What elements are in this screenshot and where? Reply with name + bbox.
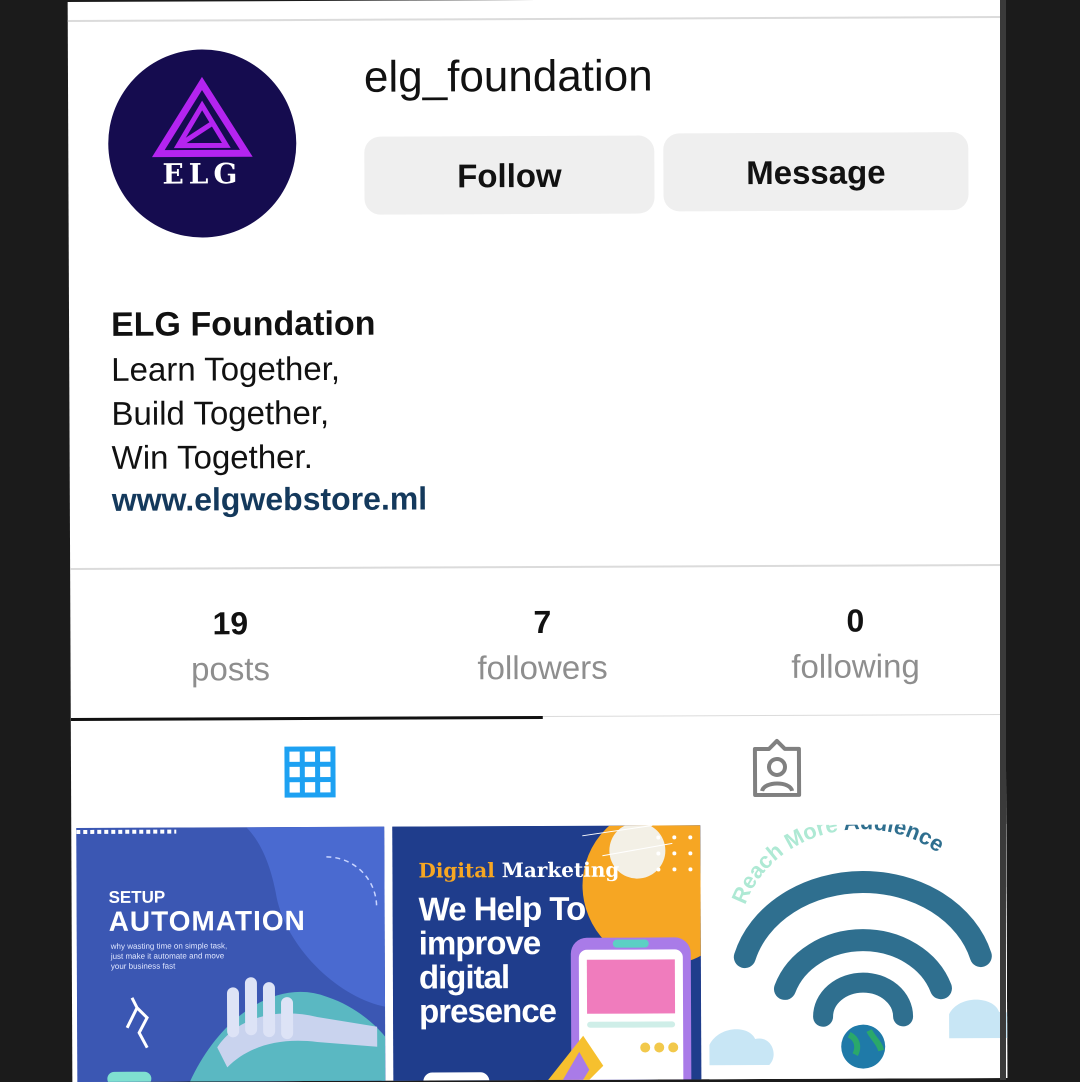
avatar-logo-text: ELG: [108, 157, 296, 191]
profile-bio: ELG Foundation Learn Together, Build Tog…: [111, 299, 812, 520]
post-thumbnail[interactable]: SETUP AUTOMATION why wasting time on sim…: [76, 827, 385, 1082]
followers-label: followers: [412, 643, 672, 692]
stat-followers[interactable]: 7 followers: [412, 599, 672, 692]
posts-count: 19: [100, 601, 360, 646]
header-divider: [68, 16, 1003, 22]
post-body-text: why wasting time on simple task, just ma…: [111, 941, 241, 972]
following-count: 0: [725, 598, 985, 643]
tagged-user-icon: [717, 729, 837, 814]
posts-label: posts: [100, 645, 360, 694]
post-title: We Help To improve digital presence: [419, 892, 620, 1029]
post-thumbnail[interactable]: Reach More Audience: [708, 824, 1007, 1082]
followers-count: 7: [412, 599, 672, 644]
profile-panel: ELG elg_foundation Follow Message ELG Fo…: [68, 0, 1008, 1082]
posts-grid: SETUP AUTOMATION why wasting time on sim…: [71, 824, 1007, 1082]
window-edge: [1000, 0, 1006, 1080]
stats-divider: [70, 564, 1005, 570]
tab-posts-grid[interactable]: [247, 731, 367, 816]
reach-audience-artwork: Reach More Audience: [708, 824, 1007, 1082]
tab-tagged[interactable]: [717, 729, 837, 814]
post-thumbnail[interactable]: Digital Marketing We Help To improve dig…: [392, 825, 701, 1082]
bio-line: Build Together,: [111, 389, 811, 436]
post-heading-main: Marketing: [502, 858, 620, 883]
stat-posts[interactable]: 19 posts: [100, 601, 360, 694]
post-heading: Digital Marketing: [418, 858, 619, 883]
bio-website-link[interactable]: www.elgwebstore.ml: [112, 477, 812, 520]
message-button[interactable]: Message: [663, 132, 968, 211]
post-heading-accent: Digital: [418, 858, 494, 882]
avatar[interactable]: ELG: [108, 49, 297, 238]
stat-following[interactable]: 0 following: [725, 598, 985, 691]
bio-line: Learn Together,: [111, 345, 811, 392]
grid-icon: [247, 731, 367, 816]
bio-line: Win Together.: [112, 433, 812, 480]
post-title: AUTOMATION: [109, 905, 306, 938]
active-tab-indicator: [71, 716, 543, 721]
arc-text-audience: Audience: [843, 824, 950, 858]
profile-username: elg_foundation: [364, 51, 653, 102]
follow-button[interactable]: Follow: [364, 135, 654, 214]
following-label: following: [725, 642, 985, 691]
elg-logo-icon: [108, 49, 297, 238]
bio-display-name: ELG Foundation: [111, 299, 811, 348]
